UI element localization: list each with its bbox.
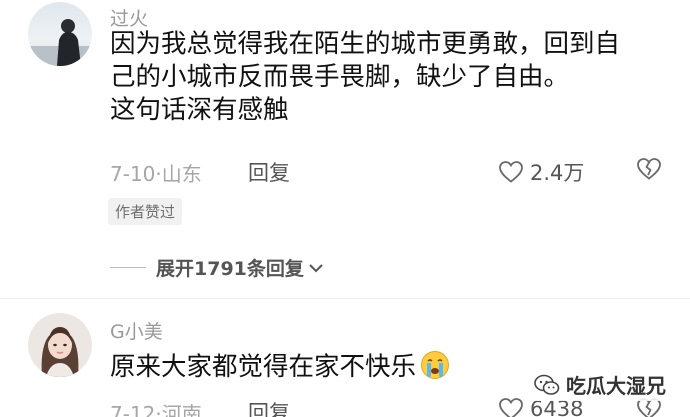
expand-replies-row: 展开1791条回复 — [110, 254, 324, 281]
crying-face-icon — [421, 351, 450, 379]
avatar[interactable] — [28, 313, 92, 377]
reply-button[interactable]: 回复 — [248, 397, 290, 417]
wechat-icon — [534, 374, 560, 395]
watermark-text: 吃瓜大湿兄 — [566, 374, 666, 398]
like-button[interactable]: 2.4万 — [498, 157, 584, 187]
heart-icon — [499, 398, 523, 417]
comment-divider — [0, 298, 690, 299]
comment-meta: 7-12·河南 — [110, 398, 202, 417]
comment-line: 这句话深有感触 — [110, 95, 289, 125]
expand-replies-button[interactable]: 展开1791条回复 — [156, 254, 324, 281]
expand-divider-line — [110, 267, 146, 268]
comment-text: 因为我总觉得我在陌生的城市更勇敢，回到自 己的小城市反而畏手畏脚，缺少了自由。 … — [110, 28, 620, 127]
comment-meta: 7-10·山东 — [110, 158, 202, 187]
username[interactable]: 过火 — [110, 4, 148, 31]
comment-date: 7-12 — [110, 402, 156, 417]
heart-icon — [499, 161, 523, 183]
watermark: 吃瓜大湿兄 — [530, 368, 670, 401]
like-count: 2.4万 — [530, 161, 585, 185]
reply-button[interactable]: 回复 — [248, 157, 290, 187]
username[interactable]: G小美 — [110, 317, 163, 344]
broken-heart-icon[interactable] — [636, 157, 662, 181]
chevron-down-icon — [309, 263, 323, 272]
avatar[interactable] — [28, 2, 92, 66]
comment-line-text: 原来大家都觉得在家不快乐 — [110, 352, 417, 382]
comment-line: 原来大家都觉得在家不快乐 — [110, 350, 450, 384]
expand-replies-label: 展开1791条回复 — [156, 258, 304, 280]
comment-line: 因为我总觉得我在陌生的城市更勇敢，回到自 — [110, 29, 621, 59]
comment-text: 原来大家都觉得在家不快乐 — [110, 350, 450, 384]
comment-date: 7-10 — [110, 162, 156, 186]
comment-list: 过火 因为我总觉得我在陌生的城市更勇敢，回到自 己的小城市反而畏手畏脚，缺少了自… — [0, 0, 690, 417]
comment-location: 河南 — [161, 402, 202, 417]
author-liked-badge: 作者赞过 — [108, 198, 183, 225]
avatar-image — [28, 2, 92, 66]
avatar-image — [28, 313, 92, 377]
comment-location: 山东 — [161, 162, 202, 186]
comment-line: 己的小城市反而畏手畏脚，缺少了自由。 — [110, 62, 570, 92]
